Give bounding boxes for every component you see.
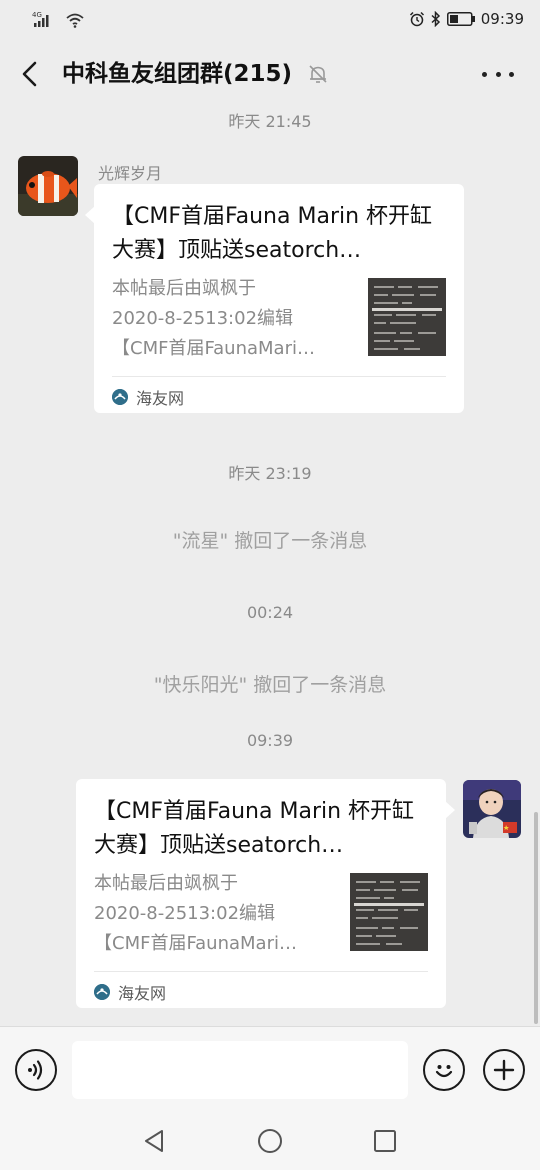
card-title: 【CMF首届Fauna Marin 杯开缸大赛】顶贴送seatorch… [94, 799, 415, 858]
nav-recent-icon [374, 1130, 396, 1152]
timestamp: 09:39 [246, 731, 294, 750]
nav-back-icon [145, 1130, 163, 1152]
source-name: 海友网 [136, 389, 185, 408]
thumbnail-image [350, 873, 428, 951]
signal-icon: 4G [32, 11, 49, 27]
card-thumbnail [350, 873, 428, 951]
alarm-icon [409, 11, 424, 27]
card-description: 本帖最后由飒枫于 2020-8-2513:02编辑 【CMF首届FaunaMar… [112, 274, 352, 364]
mute-bell-icon [309, 65, 327, 83]
system-nav-bar [0, 1112, 540, 1170]
more-dot [509, 71, 514, 77]
card-description: 本帖最后由飒枫于 2020-8-2513:02编辑 【CMF首届FaunaMar… [94, 869, 334, 959]
timestamp: 昨天 21:45 [228, 112, 312, 131]
more-dot [495, 71, 501, 77]
avatar-sender1[interactable] [18, 156, 78, 216]
clownfish-avatar-image [18, 156, 78, 216]
wifi-icon [66, 13, 84, 28]
battery-icon [446, 12, 475, 26]
back-icon [22, 61, 37, 87]
card-desc-line: 2020-8-2513:02编辑 [94, 903, 276, 924]
nav-home-icon [258, 1129, 282, 1153]
chat-title: 中科鱼友组团群(215) [62, 61, 293, 87]
bubble-tail [85, 206, 95, 224]
card-thumbnail [368, 278, 446, 356]
bubble-tail [445, 801, 455, 819]
plus-icon [493, 1059, 515, 1081]
plus-button[interactable] [483, 1049, 525, 1091]
network-type-label: 4G [32, 11, 42, 19]
card-source: 海友网 [94, 979, 166, 1005]
sender-name: 光辉岁月 [98, 164, 163, 183]
source-logo-icon [94, 984, 110, 1000]
more-dot [482, 71, 487, 77]
link-card[interactable]: 【CMF首届Fauna Marin 杯开缸大赛】顶贴送seatorch… 本帖最… [85, 184, 464, 413]
link-card-own[interactable]: 【CMF首届Fauna Marin 杯开缸大赛】顶贴送seatorch… 本帖最… [76, 779, 455, 1008]
voice-icon [28, 1060, 43, 1080]
source-logo-icon [112, 389, 128, 405]
card-source: 海友网 [112, 384, 184, 410]
input-bar [0, 1026, 540, 1112]
nav-recent-button[interactable] [370, 1126, 400, 1156]
recall-notice: "流星" 撤回了一条消息 [172, 530, 368, 552]
more-button[interactable] [482, 64, 514, 84]
recall-notice: "快乐阳光" 撤回了一条消息 [153, 674, 387, 696]
emoji-icon [435, 1065, 453, 1078]
card-divider [112, 376, 446, 377]
card-desc-line: 【CMF首届FaunaMari… [112, 338, 315, 359]
emoji-button[interactable] [423, 1049, 465, 1091]
title-bar: 中科鱼友组团群(215) [0, 48, 540, 100]
scrollbar[interactable] [534, 812, 538, 1024]
timestamp: 00:24 [246, 603, 294, 622]
card-desc-line: 本帖最后由飒枫于 [94, 873, 238, 894]
card-desc-line: 2020-8-2513:02编辑 [112, 308, 294, 329]
back-button[interactable] [14, 58, 46, 90]
avatar-self[interactable] [463, 780, 521, 838]
bluetooth-icon [431, 11, 440, 27]
message-input[interactable] [72, 1041, 408, 1099]
status-bar: 4G 09:39 [0, 0, 540, 38]
card-desc-line: 【CMF首届FaunaMari… [94, 933, 297, 954]
status-time: 09:39 [480, 10, 524, 28]
nav-home-button[interactable] [255, 1126, 285, 1156]
child-avatar-image [463, 780, 521, 838]
nav-back-button[interactable] [140, 1126, 170, 1156]
card-divider [94, 971, 428, 972]
timestamp: 昨天 23:19 [228, 464, 312, 483]
card-desc-line: 本帖最后由飒枫于 [112, 278, 256, 299]
status-right: 09:39 [409, 8, 524, 30]
voice-button[interactable] [15, 1049, 57, 1091]
status-left: 4G [32, 10, 84, 28]
source-name: 海友网 [118, 984, 167, 1003]
thumbnail-image [368, 278, 446, 356]
card-title: 【CMF首届Fauna Marin 杯开缸大赛】顶贴送seatorch… [112, 204, 433, 263]
